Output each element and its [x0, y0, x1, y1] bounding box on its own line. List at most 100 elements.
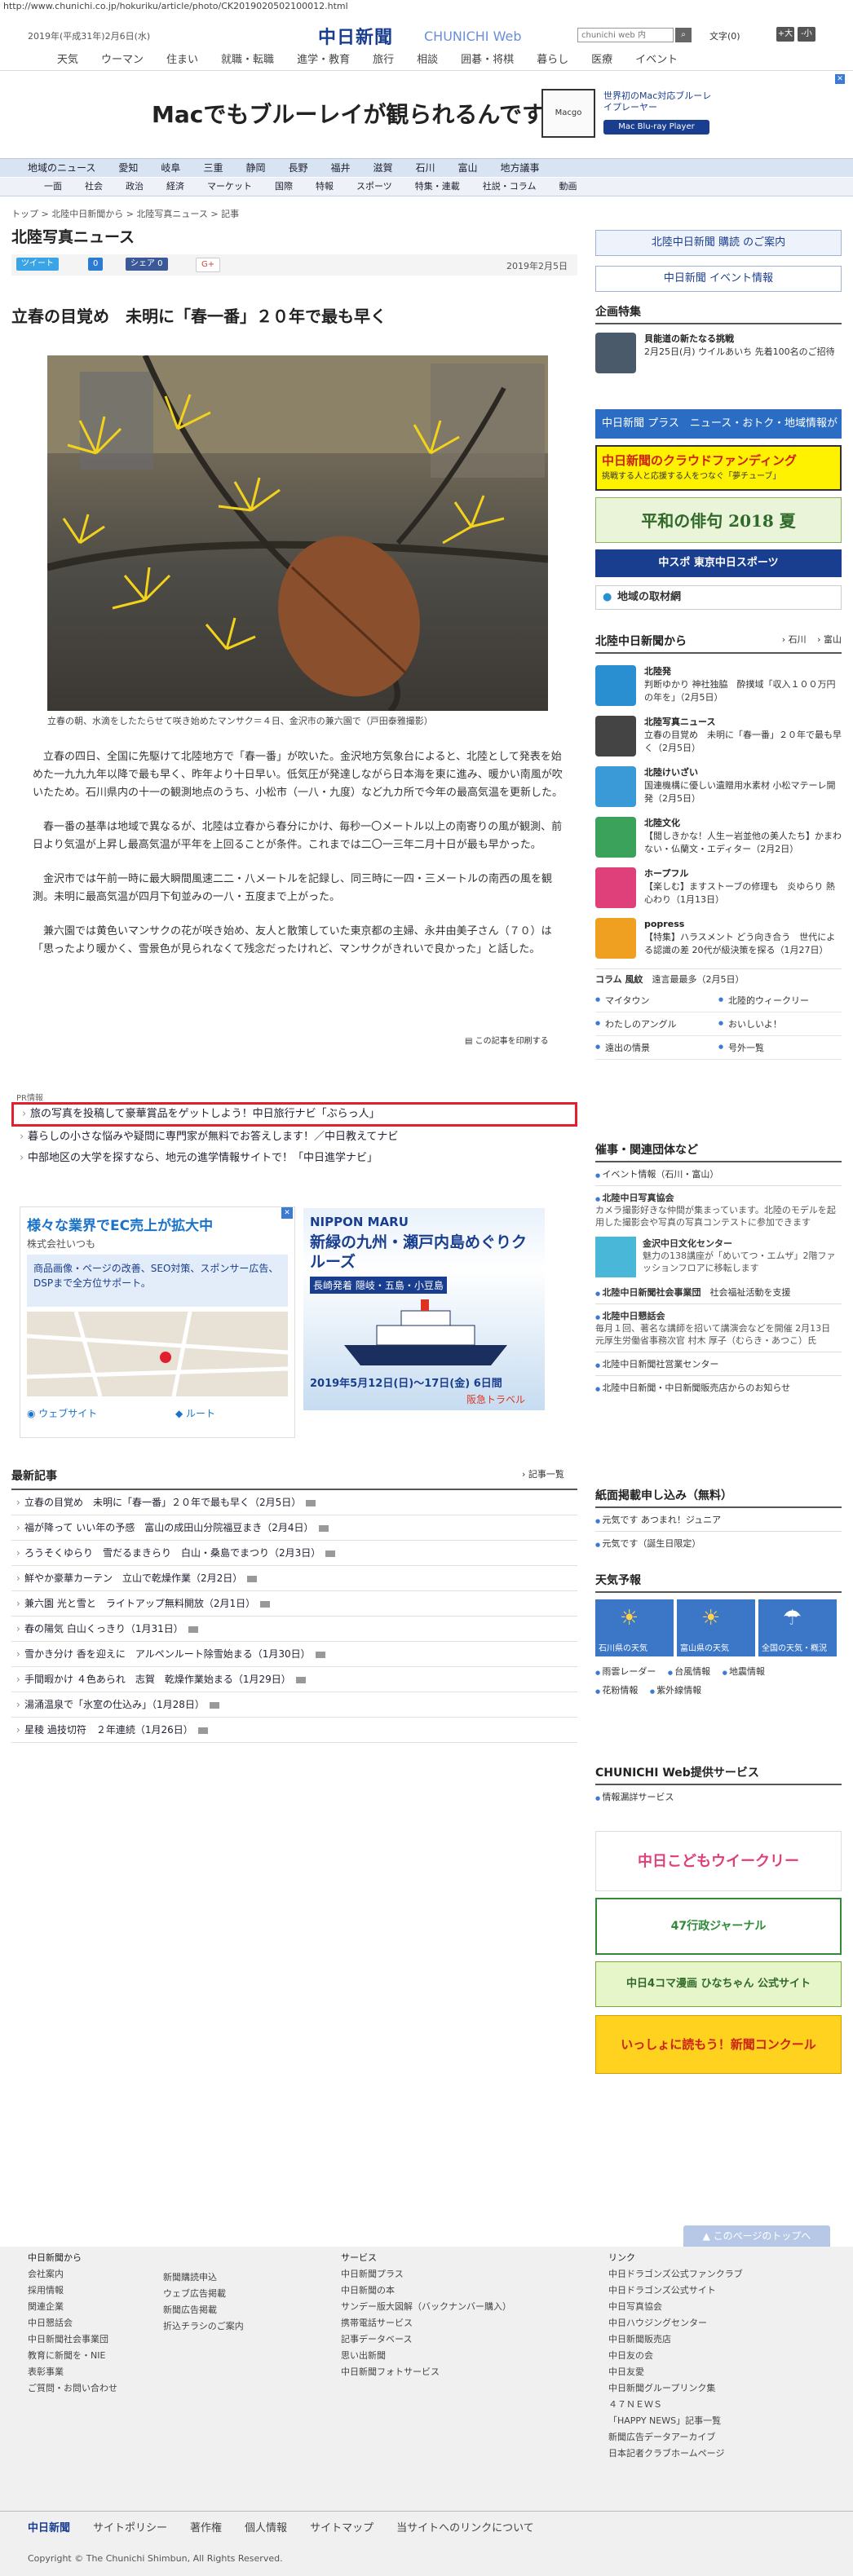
footer-link[interactable]: 会社案内	[28, 2266, 117, 2283]
top-ad-banner[interactable]: Macでもブルーレイが観られるんです。 Macgo 世界初のMac対応ブルーレイ…	[0, 70, 853, 152]
top-nav-item[interactable]: 旅行	[361, 51, 405, 66]
newspaper-contest-banner[interactable]: いっしょに読もう！新聞コンクール	[595, 2015, 842, 2074]
paper-link[interactable]: 元気です あつまれ！ジュニア	[595, 1508, 842, 1532]
top-ad-promo[interactable]: 世界初のMac対応ブルーレイプレーヤー	[603, 90, 718, 113]
section-nav-item[interactable]: 特報	[316, 178, 356, 196]
grid-link[interactable]: おいしいよ！	[718, 1012, 842, 1036]
footer-link[interactable]: 表彰事業	[28, 2364, 117, 2380]
site-logo-sub[interactable]: CHUNICHI Web	[424, 29, 522, 44]
latest-article-item[interactable]: 湯涌温泉で「氷室の仕込み」（1月28日）	[11, 1692, 577, 1718]
hatena-bookmark-button[interactable]: 0	[88, 258, 104, 271]
footer-link[interactable]: 折込チラシのご案内	[163, 2318, 244, 2335]
region-nav-item[interactable]: 岐阜	[161, 159, 203, 177]
from-hokuriku-item[interactable]: popress 【特集】ハラスメント どう向き合う 世代による認識の差 20代が級…	[636, 918, 842, 957]
latest-article-item[interactable]: ろうそくゆらり 雪だるまきらり 白山・桑島でまつり（2月3日）	[11, 1541, 577, 1566]
pr-link-oshiete-navi[interactable]: 暮らしの小さな悩みや疑問に専門家が無料でお答えします！／中日教えてナビ	[11, 1127, 577, 1148]
region-nav-item[interactable]: 滋賀	[373, 159, 416, 177]
ec-ad-title[interactable]: 様々な業界でEC売上が拡大中	[27, 1214, 213, 1234]
back-to-top-button[interactable]: ▲ このページのトップへ	[683, 2225, 830, 2247]
section-nav-item[interactable]: 動画	[559, 178, 599, 196]
footer-link[interactable]: 関連企業	[28, 2299, 117, 2315]
ishikawa-link[interactable]: › 石川	[782, 634, 807, 645]
column-link[interactable]: コラム 風紋 遠言最最多（2月5日）	[595, 968, 842, 989]
gyousei-journal-banner[interactable]: 47行政ジャーナル	[595, 1898, 842, 1955]
sponsor-item[interactable]: 北陸中日新聞社営業センター	[595, 1352, 842, 1376]
google-plus-button[interactable]: G+	[196, 258, 221, 272]
footer-bar-link[interactable]: サイトポリシー	[93, 2519, 190, 2534]
search-input[interactable]: chunichi web 内	[577, 28, 674, 42]
footer-link[interactable]: 中日新聞プラス	[341, 2266, 511, 2283]
footer-link[interactable]: 中日友愛	[608, 2364, 743, 2380]
region-nav-item[interactable]: 地域のニュース	[0, 159, 118, 177]
weather-tile-toyama[interactable]: ☀ 富山県の天気	[677, 1599, 755, 1656]
footer-link[interactable]: 記事データベース	[341, 2331, 511, 2348]
crowdfunding-banner[interactable]: 中日新聞のクラウドファンディング 挑戦する人と応援する人をつなぐ「夢チューブ」	[595, 445, 842, 491]
latest-article-item[interactable]: 福が降って いい年の予感 富山の成田山分院福豆まき（2月4日）	[11, 1515, 577, 1541]
event-info-link[interactable]: イベント情報（石川・富山）	[595, 1162, 842, 1186]
pr-link-shingaku-navi[interactable]: 中部地区の大学を探すなら、地元の進学情報サイトで！「中日進学ナビ」	[11, 1148, 577, 1169]
section-nav-item[interactable]: 特集・連載	[415, 178, 483, 196]
pr-link-burattojin[interactable]: 旅の写真を投稿して豪華賞品をゲットしよう！中日旅行ナビ「ぶらっ人」	[11, 1102, 577, 1127]
latest-article-item[interactable]: 雪かき分け 香を迎えに アルペンルート除雪始まる（1月30日）	[11, 1642, 577, 1667]
top-nav-item[interactable]: 医療	[580, 51, 624, 66]
article-list-link[interactable]: › 記事一覧	[522, 1467, 564, 1480]
cruise-ad[interactable]: NIPPON MARU 新緑の九州・瀬戸内島めぐりクルーズ 長崎発着 隠岐・五島…	[303, 1208, 545, 1410]
peace-haiku-banner[interactable]: 平和の俳句 2018 夏	[595, 497, 842, 543]
footer-link[interactable]: 中日新聞の本	[341, 2283, 511, 2299]
sponsor-item[interactable]: 北陸中日新聞社会事業団 社会福祉活動を支援	[595, 1277, 842, 1304]
ad-close-icon[interactable]: ✕	[835, 74, 845, 84]
footer-link[interactable]: 中日ハウジングセンター	[608, 2315, 743, 2331]
top-nav-item[interactable]: イベント	[624, 51, 689, 66]
region-nav-item[interactable]: 富山	[458, 159, 501, 177]
toyama-link[interactable]: › 富山	[817, 634, 842, 645]
footer-link[interactable]: 思い出新聞	[341, 2348, 511, 2364]
footer-link[interactable]: 中日新聞グループリンク集	[608, 2380, 743, 2397]
weather-link[interactable]: 花粉情報	[595, 1685, 638, 1696]
section-nav-item[interactable]: スポーツ	[356, 178, 415, 196]
footer-link[interactable]: 中日ドラゴンズ公式ファンクラブ	[608, 2266, 743, 2283]
sponsor-item[interactable]: 北陸中日写真協会カメラ撮影好きな仲間が集まっています。北陸のモデルを起用した撮影…	[595, 1186, 842, 1228]
popress-icon[interactable]	[595, 918, 636, 959]
cruise-ad-headline[interactable]: 新緑の九州・瀬戸内島めぐりクルーズ	[310, 1233, 538, 1272]
top-nav-item[interactable]: 住まい	[155, 51, 210, 66]
region-nav-item[interactable]: 福井	[330, 159, 373, 177]
chunichi-plus-banner[interactable]: 中日新聞 プラス ニュース・おトク・地域情報がいっぱい	[595, 409, 842, 459]
grid-link[interactable]: わたしのアングル	[595, 1012, 718, 1036]
event-info-banner[interactable]: 中日新聞 イベント情報	[595, 266, 842, 292]
footer-link[interactable]: 中日ドラゴンズ公式サイト	[608, 2283, 743, 2299]
footer-logo[interactable]: 中日新聞	[0, 2519, 93, 2534]
hokuriku-hatsu-icon[interactable]	[595, 665, 636, 706]
footer-link[interactable]: 中日新聞フォトサービス	[341, 2364, 511, 2380]
tokyo-chunichi-sports-banner[interactable]: 中スポ 東京中日スポーツ	[595, 549, 842, 577]
section-nav-item[interactable]: 経済	[166, 178, 207, 196]
map-thumbnail[interactable]	[26, 1311, 289, 1397]
latest-article-item[interactable]: 兼六園 光と雪と ライトアップ無料開放（2月1日）	[11, 1591, 577, 1617]
paper-link[interactable]: 元気です（誕生日限定）	[595, 1532, 842, 1555]
font-bigger-button[interactable]: +大	[776, 27, 794, 42]
from-hokuriku-item[interactable]: 北陸発 判断ゆかり 神社独脇 酔撲域「収入１００万円の年を」（2月5日）	[636, 665, 842, 704]
footer-link[interactable]: 新聞広告データアーカイブ	[608, 2429, 743, 2446]
footer-link[interactable]: 中日新聞販売店	[608, 2331, 743, 2348]
region-nav-item[interactable]: 静岡	[245, 159, 288, 177]
section-nav-item[interactable]: 社会	[85, 178, 126, 196]
footer-bar-link[interactable]: 個人情報	[245, 2519, 310, 2534]
weather-tile-national[interactable]: ☂ 全国の天気・概況	[758, 1599, 837, 1656]
latest-article-item[interactable]: 鮮やか豪華カーテン 立山で乾燥作業（2月2日）	[11, 1566, 577, 1591]
search-button[interactable]: ⌕	[675, 28, 692, 42]
footer-link[interactable]: 採用情報	[28, 2283, 117, 2299]
region-nav-item[interactable]: 地方議事	[501, 159, 563, 177]
tweet-button[interactable]: ツイート	[16, 258, 59, 271]
facebook-share-button[interactable]: シェア 0	[126, 258, 168, 271]
region-nav-item[interactable]: 三重	[203, 159, 245, 177]
section-nav-item[interactable]: 国際	[275, 178, 316, 196]
grid-link[interactable]: マイタウン	[595, 989, 718, 1012]
footer-link[interactable]: 「HAPPY NEWS」記事一覧	[608, 2413, 743, 2429]
top-nav-item[interactable]: 天気	[46, 51, 90, 66]
section-nav-item[interactable]: 政治	[126, 178, 166, 196]
grid-link[interactable]: 号外一覧	[718, 1036, 842, 1060]
top-nav-item[interactable]: 相談	[405, 51, 449, 66]
top-nav-item[interactable]: 囲碁・将棋	[449, 51, 525, 66]
top-ad-product-icon[interactable]: Macgo	[541, 89, 595, 138]
service-link[interactable]: 情報漏詳サービス	[595, 1785, 842, 1808]
latest-article-item[interactable]: 立春の目覚め 未明に「春一番」２０年で最も早く（2月5日）	[11, 1490, 577, 1515]
